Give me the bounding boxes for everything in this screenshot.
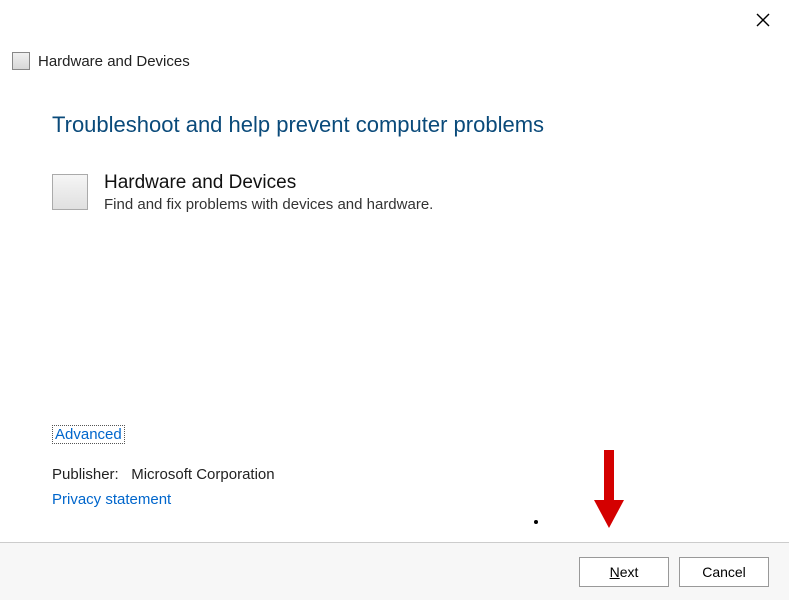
troubleshooter-description: Find and fix problems with devices and h… <box>104 196 433 213</box>
close-icon <box>756 13 770 27</box>
troubleshooter-item: Hardware and Devices Find and fix proble… <box>52 172 737 213</box>
troubleshooter-text: Hardware and Devices Find and fix proble… <box>104 172 433 213</box>
publisher-row: Publisher: Microsoft Corporation <box>52 466 275 483</box>
next-button[interactable]: Next <box>579 557 669 587</box>
advanced-link[interactable]: Advanced <box>52 425 125 444</box>
cancel-button[interactable]: Cancel <box>679 557 769 587</box>
hardware-devices-icon <box>52 174 88 210</box>
troubleshooter-name: Hardware and Devices <box>104 172 433 194</box>
window-header: Hardware and Devices <box>12 52 190 70</box>
stray-dot <box>534 520 538 524</box>
close-button[interactable] <box>751 8 775 32</box>
page-heading: Troubleshoot and help prevent computer p… <box>52 112 737 138</box>
publisher-label: Publisher: <box>52 466 119 483</box>
privacy-statement-link[interactable]: Privacy statement <box>52 491 171 508</box>
window-title: Hardware and Devices <box>38 53 190 70</box>
content-area: Troubleshoot and help prevent computer p… <box>52 112 737 213</box>
troubleshooter-small-icon <box>12 52 30 70</box>
publisher-value: Microsoft Corporation <box>131 466 274 483</box>
lower-links-area: Advanced Publisher: Microsoft Corporatio… <box>52 425 275 509</box>
footer-bar: Next Cancel <box>0 542 789 600</box>
arrow-annotation <box>594 450 624 530</box>
